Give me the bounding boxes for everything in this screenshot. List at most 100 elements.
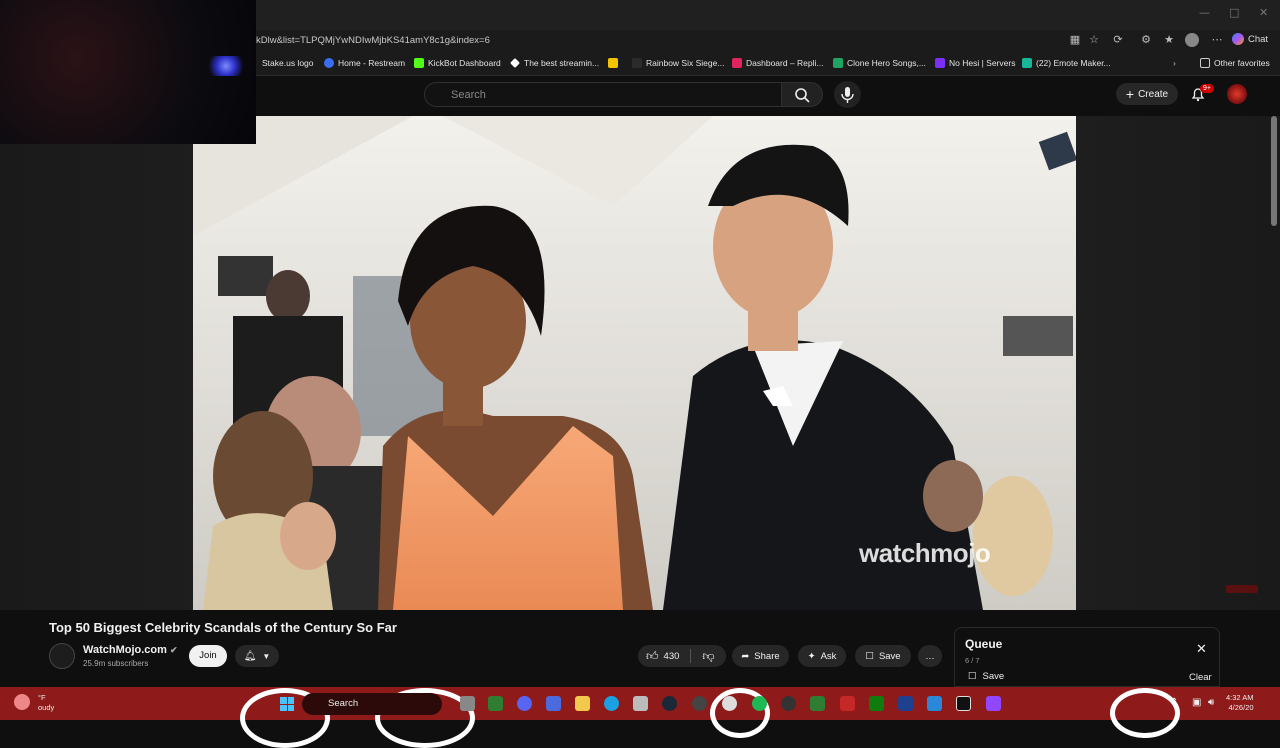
network-icon[interactable]: ▣ (1192, 697, 1201, 708)
more-menu-icon[interactable]: ⋯ (1210, 33, 1224, 47)
discord-icon[interactable] (517, 696, 532, 711)
bookmark-item[interactable]: Stake.us logo (262, 58, 314, 68)
more-icon: … (925, 650, 935, 662)
bookmark-item[interactable]: The best streamin... (510, 58, 599, 68)
share-button[interactable]: ➦ Share (732, 645, 789, 667)
weather-desc: oudy (38, 703, 55, 712)
playstation-icon[interactable] (898, 696, 913, 711)
dislike-button[interactable]: 👎︎ (702, 649, 714, 664)
queue-save-button[interactable]: ☐ Save (968, 671, 1004, 682)
profile-avatar-icon[interactable] (1185, 33, 1199, 47)
save-label: Save (878, 650, 901, 662)
save-button[interactable]: ☐ Save (855, 645, 911, 667)
other-favorites-folder[interactable]: Other favorites (1200, 58, 1270, 68)
thumbs-down-icon: 👎︎ (702, 648, 715, 663)
app-available-icon[interactable]: ▦ (1068, 33, 1082, 47)
like-button[interactable]: 👍︎ 430 (646, 649, 679, 664)
account-avatar[interactable] (1227, 84, 1247, 104)
streaming-site-icon (510, 58, 520, 68)
subscription-notifications-button[interactable]: 🔔︎ ▼ (235, 645, 279, 667)
clock-time: 4:32 AM (1226, 693, 1254, 702)
voice-search-button[interactable] (834, 81, 861, 108)
task-view-icon[interactable] (460, 696, 475, 711)
bookmark-item[interactable] (608, 58, 618, 68)
more-actions-button[interactable]: … (918, 645, 942, 667)
favorites-icon[interactable]: ★ (1162, 33, 1176, 47)
bookmarks-overflow-chevron-icon[interactable]: › (1173, 58, 1176, 68)
app-icon[interactable] (810, 696, 825, 711)
bookmark-item[interactable]: Clone Hero Songs,... (833, 58, 926, 68)
copilot-icon (1232, 33, 1244, 45)
subscriber-count: 25.9m subscribers (83, 659, 149, 668)
url-text[interactable]: kDlw&list=TLPQMjYwNDIwMjbKS41amY8c1g&ind… (256, 35, 490, 46)
4k-downloader-icon[interactable] (781, 696, 796, 711)
kickbot-icon (414, 58, 424, 68)
minimize-icon[interactable]: — (1199, 6, 1210, 19)
edge-icon[interactable] (604, 696, 619, 711)
weather-icon[interactable] (14, 694, 30, 710)
queue-close-icon[interactable]: ✕ (1196, 642, 1207, 657)
weather-widget[interactable]: °F oudy (38, 693, 54, 713)
notification-count-badge: 9+ (1200, 84, 1214, 93)
video-player[interactable]: watchmojo (193, 116, 1076, 610)
copilot-app-icon[interactable] (546, 696, 561, 711)
bookmark-label: Home - Restream (338, 58, 406, 68)
youtube-search-input[interactable]: Search (424, 82, 782, 107)
maximize-icon[interactable]: □ (1229, 6, 1239, 19)
weather-temp: °F (38, 693, 46, 702)
join-button[interactable]: Join (189, 645, 227, 667)
subscribe-watermark-badge[interactable] (1226, 585, 1258, 593)
ask-button[interactable]: ✦ Ask (798, 645, 846, 667)
bookmark-item[interactable]: Dashboard – Repli... (732, 58, 824, 68)
copilot-chat-button[interactable]: Chat (1232, 33, 1268, 45)
chat-label: Chat (1248, 33, 1269, 45)
settings-gear-icon[interactable] (722, 696, 737, 711)
taskbar-search-label: Search (328, 698, 359, 709)
create-label: Create (1138, 88, 1169, 100)
obs-icon[interactable] (692, 696, 707, 711)
taskbar-clock[interactable]: 4:32 AM 4/26/20 (1226, 693, 1254, 713)
sparkle-icon: ✦ (807, 650, 816, 662)
bookmark-item[interactable]: No Hesi | Servers (935, 58, 1015, 68)
bookmark-label: Stake.us logo (262, 58, 314, 68)
channel-avatar[interactable] (49, 643, 75, 669)
page-scrollbar[interactable] (1271, 116, 1277, 226)
close-window-icon[interactable]: ✕ (1259, 6, 1268, 19)
spotify-icon[interactable] (752, 696, 767, 711)
bookmark-item[interactable]: Home - Restream (324, 58, 405, 68)
terminal-icon[interactable] (488, 696, 503, 711)
queue-save-label: Save (982, 671, 1005, 682)
folder-icon (1200, 58, 1210, 68)
create-button[interactable]: + Create (1116, 83, 1178, 105)
search-button[interactable] (781, 82, 823, 107)
twitch-icon[interactable] (986, 696, 1001, 711)
video-frame (193, 116, 1076, 610)
app-icon[interactable] (927, 696, 942, 711)
start-button[interactable] (280, 697, 294, 711)
favorite-star-icon[interactable]: ☆ (1087, 33, 1101, 47)
tray-chevron-icon[interactable]: ⌃ (1170, 697, 1178, 708)
bookmark-item[interactable]: Rainbow Six Siege... (632, 58, 724, 68)
queue-clear-button[interactable]: Clear (1189, 672, 1212, 683)
share-arrow-icon: ➦ (741, 650, 750, 662)
steam-icon[interactable] (662, 696, 677, 711)
extensions-icon[interactable]: ⚙ (1139, 33, 1153, 47)
windows-logo-icon (287, 704, 294, 711)
bookmark-item[interactable]: KickBot Dashboard (414, 58, 501, 68)
windows-logo-icon (287, 697, 294, 704)
like-dislike-group: 👍︎ 430 👎︎ (638, 645, 726, 667)
store-icon[interactable] (633, 696, 648, 711)
bookmark-icon: ☐ (865, 650, 874, 662)
refresh-extension-icon[interactable]: ⟳ (1111, 33, 1125, 47)
file-explorer-icon[interactable] (575, 696, 590, 711)
streamer-tool-icon[interactable] (840, 696, 855, 711)
volume-icon[interactable]: 🔊︎ (1208, 697, 1214, 708)
channel-name[interactable]: WatchMojo.com ✔ (83, 644, 178, 656)
epic-games-icon[interactable] (956, 696, 971, 711)
share-label: Share (754, 650, 780, 662)
bookmark-item[interactable]: (22) Emote Maker... (1022, 58, 1111, 68)
restream-icon (324, 58, 334, 68)
xbox-icon[interactable] (869, 696, 884, 711)
bookmark-label: Dashboard – Repli... (746, 58, 824, 68)
taskbar-search[interactable]: Search (302, 693, 442, 715)
